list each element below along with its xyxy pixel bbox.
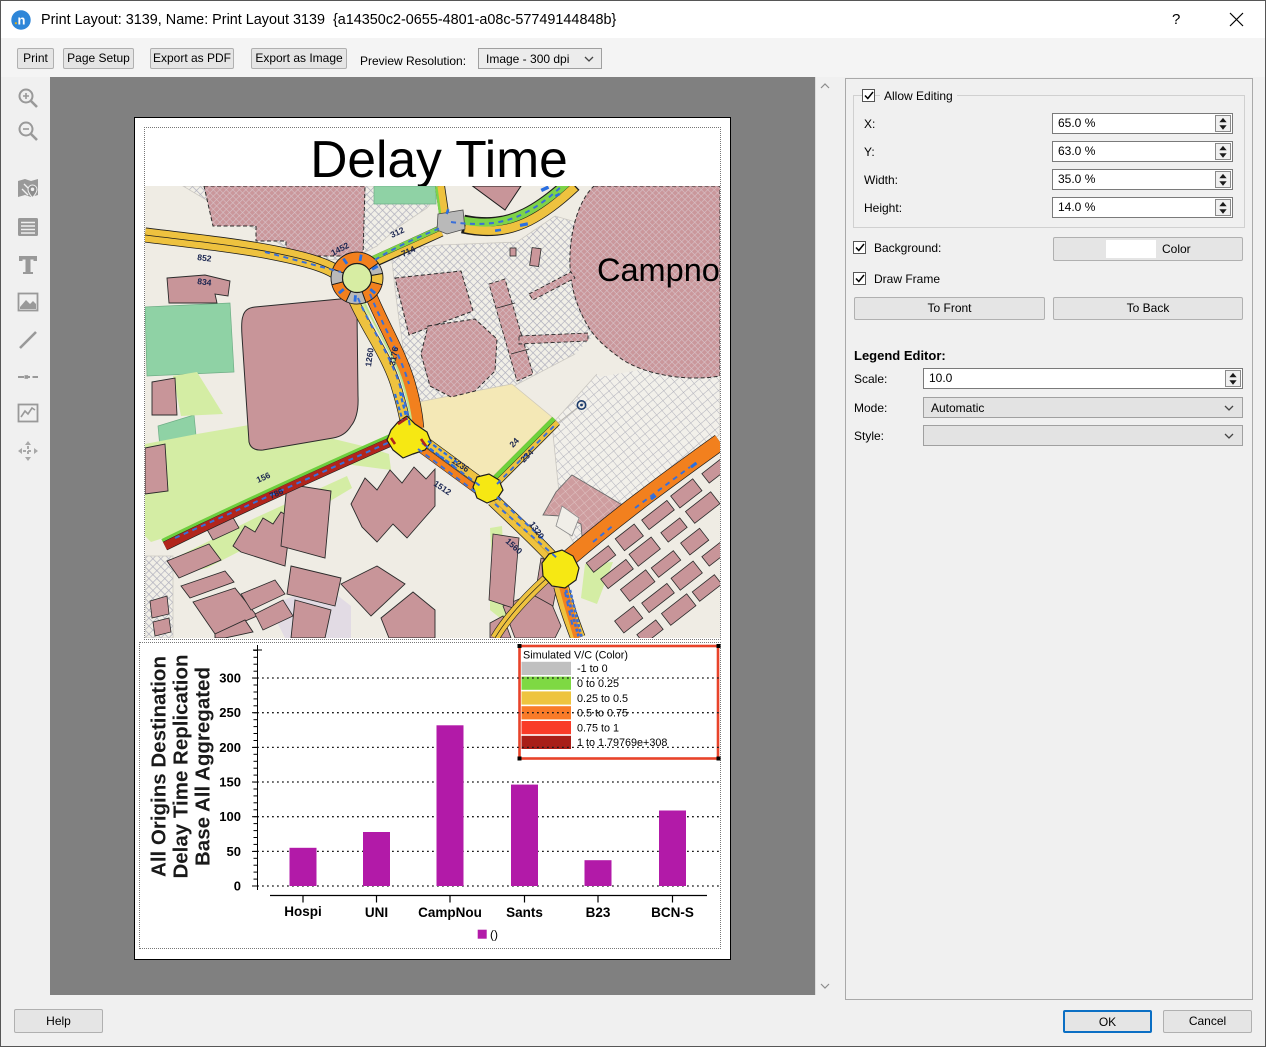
svg-text:Delay Time Replication: Delay Time Replication: [170, 654, 193, 878]
svg-text:0.5 to 0.75: 0.5 to 0.75: [577, 708, 628, 720]
svg-text:Base All Aggregated: Base All Aggregated: [192, 667, 215, 866]
svg-text:300: 300: [219, 671, 241, 686]
svg-text:All Origins Destination: All Origins Destination: [148, 656, 171, 877]
svg-text:1260: 1260: [363, 347, 376, 367]
svg-text:0.25 to 0.5: 0.25 to 0.5: [577, 693, 628, 705]
svg-text:B23: B23: [586, 905, 611, 920]
svg-text:50: 50: [227, 844, 241, 859]
svg-text:Hospi: Hospi: [284, 904, 322, 919]
svg-text:0: 0: [234, 879, 241, 894]
svg-text:250: 250: [219, 705, 241, 720]
svg-text:852: 852: [197, 252, 213, 264]
svg-text:CampNou: CampNou: [418, 905, 482, 920]
svg-text:Campnou: Campnou: [597, 252, 720, 288]
svg-text:150: 150: [219, 775, 241, 790]
svg-text:Sants: Sants: [506, 905, 543, 920]
svg-text:0.75 to 1: 0.75 to 1: [577, 723, 619, 735]
svg-text:200: 200: [219, 740, 241, 755]
svg-text:BCN-S: BCN-S: [651, 905, 694, 920]
svg-text:100: 100: [219, 809, 241, 824]
svg-text:0 to 0.25: 0 to 0.25: [577, 678, 619, 690]
svg-text:(): (): [490, 928, 498, 942]
svg-text:n: n: [18, 13, 26, 28]
svg-text:UNI: UNI: [365, 905, 388, 920]
svg-text:-1 to 0: -1 to 0: [577, 663, 608, 675]
svg-text:Simulated V/C (Color): Simulated V/C (Color): [523, 650, 628, 662]
svg-text:834: 834: [197, 276, 213, 288]
